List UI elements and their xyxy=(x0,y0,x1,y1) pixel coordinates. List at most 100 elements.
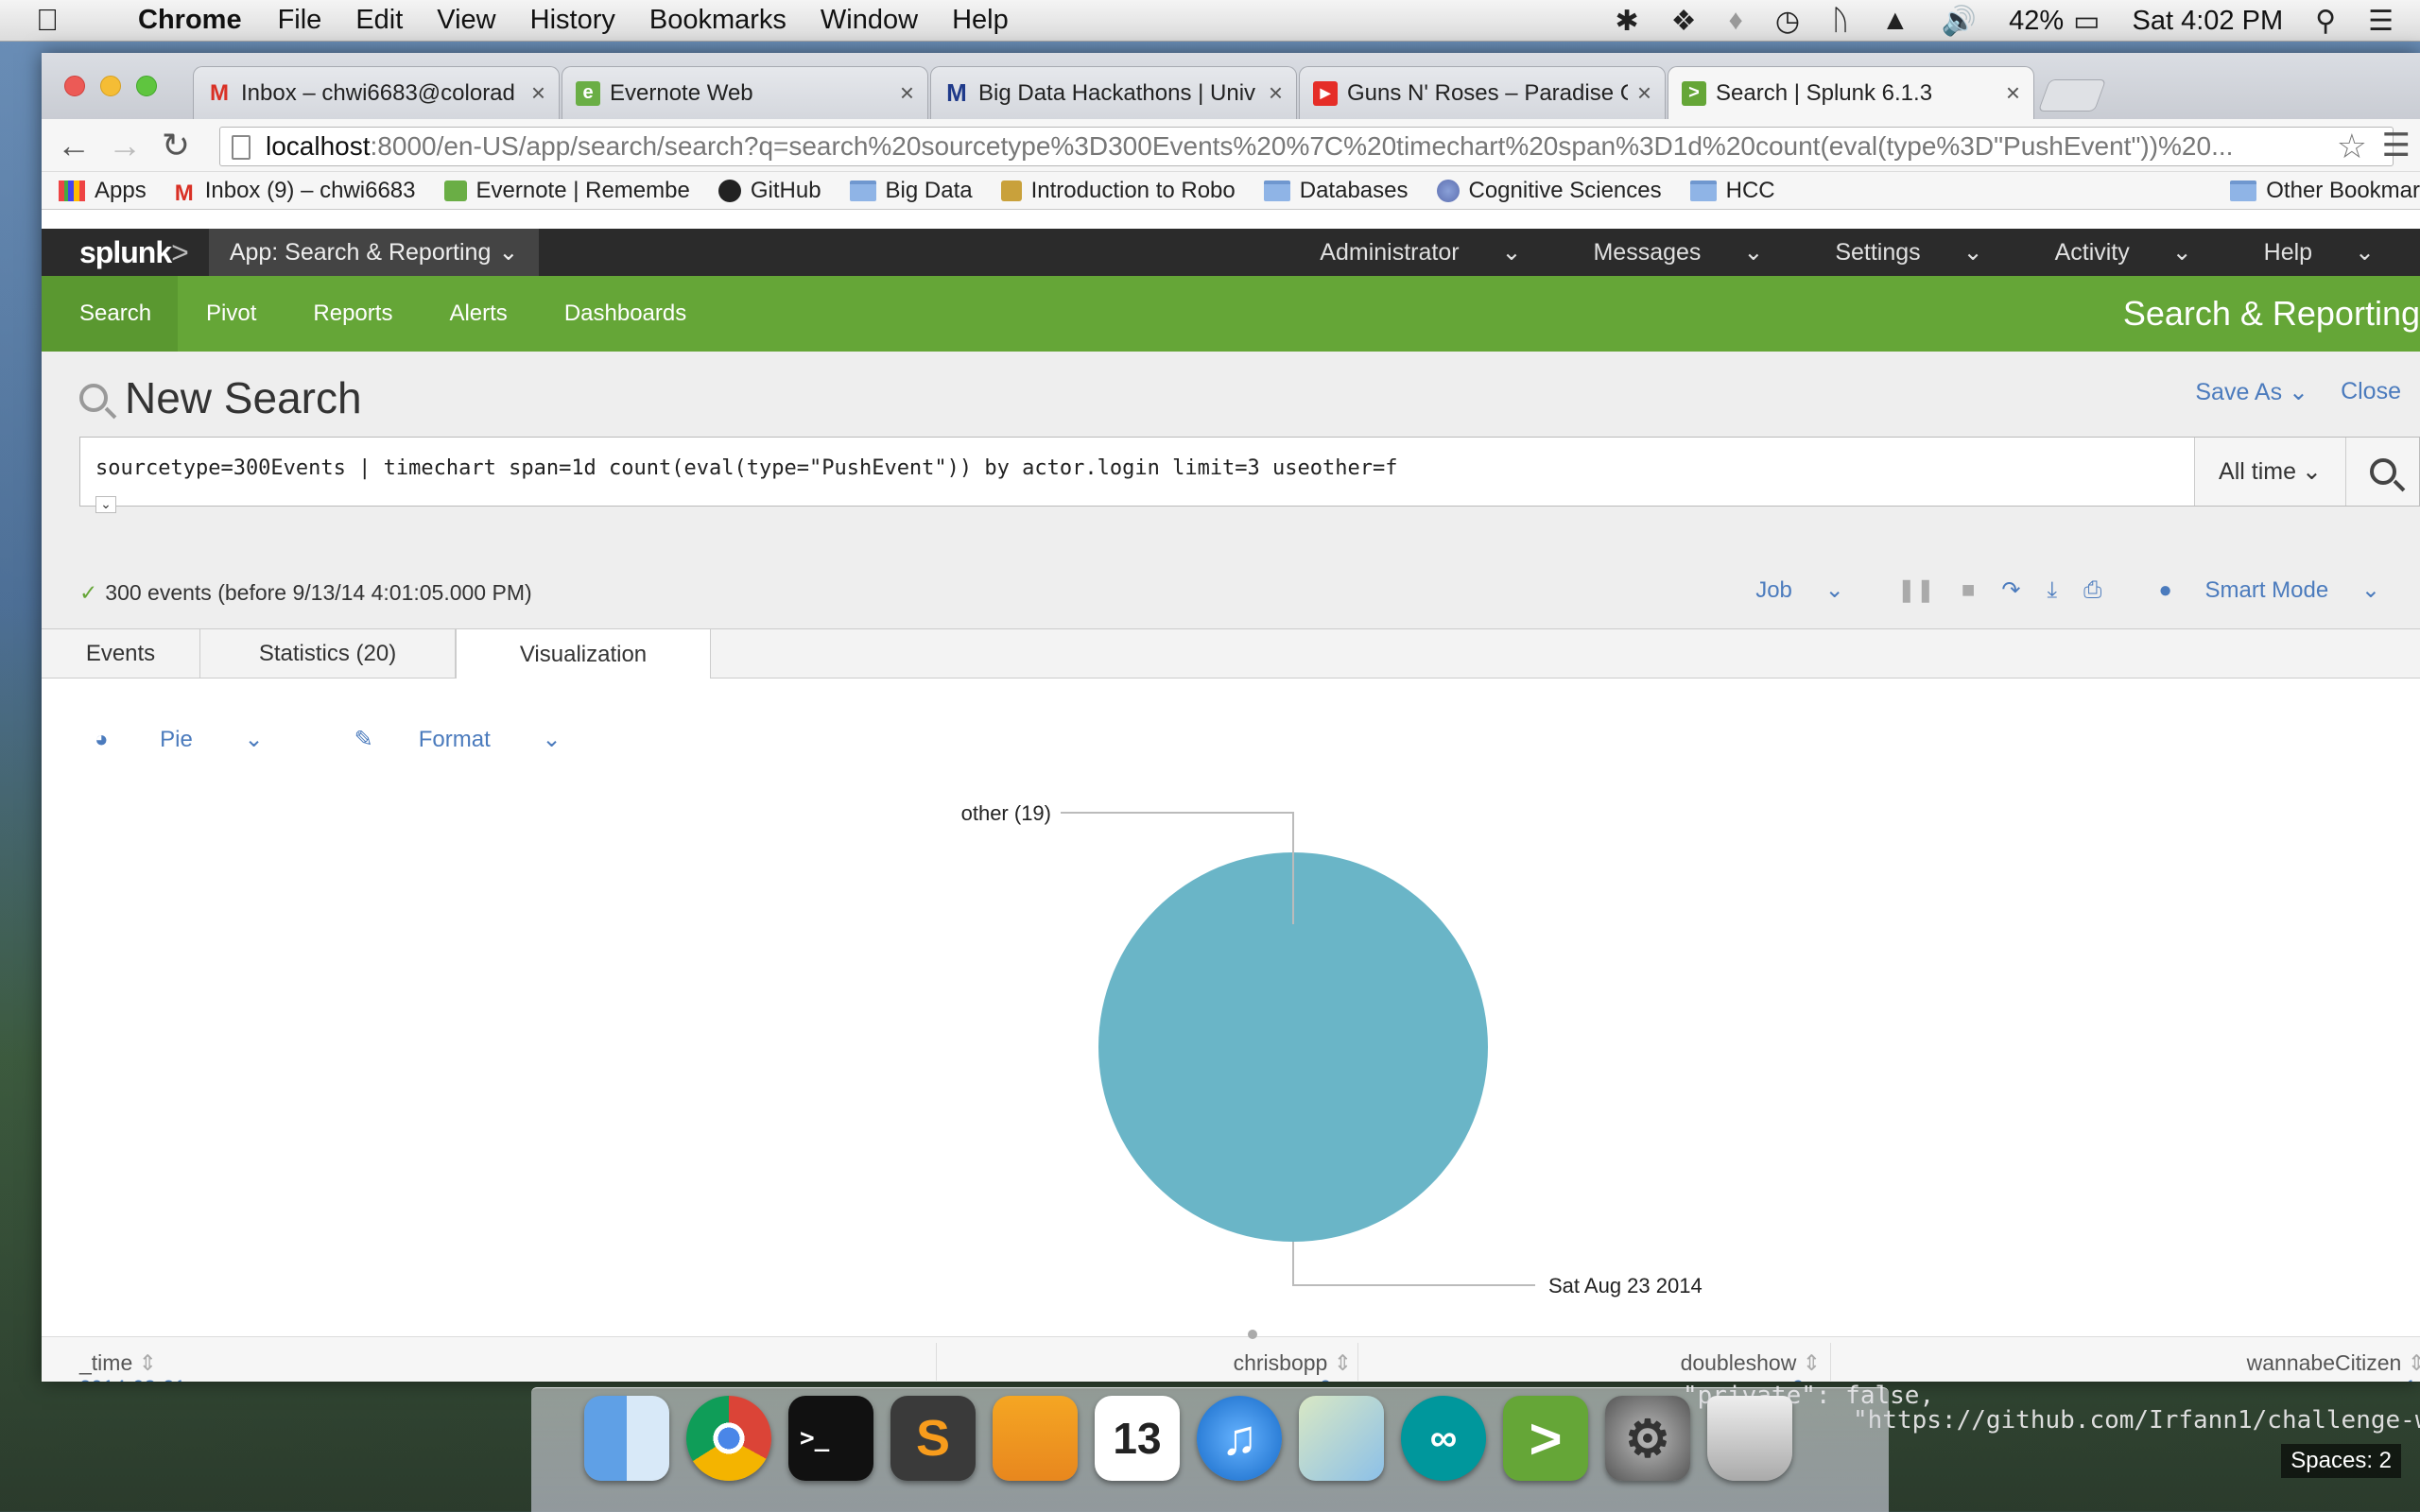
col-doubleshow[interactable]: doubleshow ⇕ xyxy=(1681,1350,1821,1376)
window-zoom-button[interactable] xyxy=(136,76,157,96)
tab-visualization[interactable]: Visualization xyxy=(456,629,711,679)
system-preferences-icon[interactable]: ⚙ xyxy=(1605,1396,1690,1481)
print-icon[interactable]: ⎙ xyxy=(2083,577,2101,604)
resize-handle[interactable] xyxy=(1248,1330,1257,1339)
nav-search[interactable]: Search xyxy=(42,276,179,352)
window-minimize-button[interactable] xyxy=(100,76,121,96)
tab-events[interactable]: Events xyxy=(42,629,200,679)
bookmark-intro-robotics[interactable]: Introduction to Robo xyxy=(1000,178,1236,204)
search-query-input[interactable]: sourcetype=300Events | timechart span=1d… xyxy=(95,456,1398,480)
bookmark-star-icon[interactable]: ☆ xyxy=(2337,127,2367,166)
dropbox-icon[interactable]: ❖ xyxy=(1671,5,1697,38)
bookmark-inbox[interactable]: M Inbox (9) – chwi6683 xyxy=(175,178,416,206)
menu-file[interactable]: File xyxy=(278,5,322,36)
bookmark-folder-big-data[interactable]: Big Data xyxy=(849,178,973,204)
bookmark-apps[interactable]: Apps xyxy=(59,178,147,204)
time-machine-icon[interactable]: ◷ xyxy=(1775,5,1800,38)
apple-icon[interactable]:  xyxy=(36,3,78,38)
bookmark-other[interactable]: Other Bookmar xyxy=(2230,178,2420,204)
menubar-clock[interactable]: Sat 4:02 PM xyxy=(2133,6,2284,37)
volume-icon[interactable]: 🔊 xyxy=(1942,5,1977,38)
menu-activity[interactable]: Activity ⌄ xyxy=(2055,238,2228,266)
menu-window[interactable]: Window xyxy=(821,5,918,36)
close-button[interactable]: Close xyxy=(2341,378,2401,405)
col-wannabecitizen[interactable]: wannabeCitizen ⇕ xyxy=(2247,1350,2420,1376)
menu-history[interactable]: History xyxy=(530,5,615,36)
back-arrow-icon[interactable]: ← xyxy=(55,126,93,164)
asterisk-status-icon[interactable]: ✱ xyxy=(1616,5,1639,38)
tab-close-icon[interactable]: × xyxy=(900,78,914,108)
bookmark-github[interactable]: GitHub xyxy=(717,178,821,204)
cell-time[interactable]: 2014-08-21 xyxy=(79,1376,186,1382)
finder-icon[interactable] xyxy=(584,1396,669,1481)
chrome-menu-icon[interactable]: ☰ xyxy=(2382,127,2411,164)
expand-search-chevron-icon[interactable]: ⌄ xyxy=(95,496,116,513)
menu-settings[interactable]: Settings ⌄ xyxy=(1835,238,2018,266)
save-as-button[interactable]: Save As ⌄ xyxy=(2195,378,2308,406)
share-icon[interactable]: ↷ xyxy=(2001,576,2020,604)
job-menu[interactable]: Job ⌄ xyxy=(1755,576,1870,604)
time-range-picker[interactable]: All time ⌄ xyxy=(2194,438,2345,506)
bookmark-evernote[interactable]: Evernote | Remembe xyxy=(443,178,690,204)
tab-splunk-active[interactable]: > Search | Splunk 6.1.3 × xyxy=(1668,66,2034,119)
terminal-icon[interactable]: >_ xyxy=(788,1396,873,1481)
nav-dashboards[interactable]: Dashboards xyxy=(536,276,715,352)
chrome-icon[interactable] xyxy=(686,1396,771,1481)
menu-messages[interactable]: Messages ⌄ xyxy=(1593,238,1799,266)
col-chrisbopp[interactable]: chrisbopp ⇕ xyxy=(1234,1350,1352,1376)
bookmark-folder-hcc[interactable]: HCC xyxy=(1689,178,1775,204)
pages-icon[interactable] xyxy=(993,1396,1078,1481)
tab-gmail[interactable]: M Inbox – chwi6683@colorad × xyxy=(193,66,560,119)
menu-bookmarks[interactable]: Bookmarks xyxy=(649,5,786,36)
menu-view[interactable]: View xyxy=(437,5,495,36)
col-time[interactable]: _time ⇕ xyxy=(79,1350,157,1376)
nav-reports[interactable]: Reports xyxy=(285,276,421,352)
menu-edit[interactable]: Edit xyxy=(355,5,403,36)
menu-app-chrome[interactable]: Chrome xyxy=(138,5,242,36)
new-tab-button[interactable] xyxy=(2037,79,2107,112)
nav-alerts[interactable]: Alerts xyxy=(421,276,535,352)
pause-icon[interactable]: ❚❚ xyxy=(1897,576,1935,604)
calendar-icon[interactable]: 13 xyxy=(1095,1396,1180,1481)
arduino-icon[interactable]: ∞ xyxy=(1401,1396,1486,1481)
menu-administrator[interactable]: Administrator ⌄ xyxy=(1320,238,1557,266)
tab-close-icon[interactable]: × xyxy=(1637,78,1651,108)
maps-icon[interactable] xyxy=(1299,1396,1384,1481)
tab-close-icon[interactable]: × xyxy=(2006,78,2020,108)
tab-statistics[interactable]: Statistics (20) xyxy=(200,629,456,679)
trash-icon[interactable] xyxy=(1707,1396,1792,1481)
format-menu[interactable]: ✎ Format ⌄ xyxy=(354,726,607,753)
chart-type-menu[interactable]: ◕ Pie ⌄ xyxy=(95,726,309,753)
stop-icon[interactable]: ■ xyxy=(1962,577,1976,604)
wifi-icon[interactable]: ▲ xyxy=(1881,5,1910,37)
tab-close-icon[interactable]: × xyxy=(531,78,545,108)
menu-help[interactable]: Help xyxy=(952,5,1009,36)
notification-bell-icon[interactable]: ♦ xyxy=(1729,5,1743,37)
tab-close-icon[interactable]: × xyxy=(1269,78,1283,108)
sublime-text-icon[interactable]: S xyxy=(890,1396,976,1481)
bookmark-folder-databases[interactable]: Databases xyxy=(1263,178,1409,204)
spotlight-search-icon[interactable]: ⚲ xyxy=(2315,5,2336,38)
cell-chrisbopp[interactable]: 0 xyxy=(1320,1376,1331,1382)
bookmark-cognitive-sciences[interactable]: Cognitive Sciences xyxy=(1436,178,1662,204)
splunk-logo[interactable]: splunk> xyxy=(79,235,189,270)
menu-help-splunk[interactable]: Help ⌄ xyxy=(2264,238,2411,266)
tab-evernote[interactable]: e Evernote Web × xyxy=(562,66,928,119)
bluetooth-icon[interactable]: ᚢ xyxy=(1832,5,1849,37)
battery-percent[interactable]: 42% xyxy=(2009,6,2064,37)
battery-icon[interactable]: ▭ xyxy=(2073,5,2100,38)
itunes-icon[interactable]: ♫ xyxy=(1197,1396,1282,1481)
export-icon[interactable]: ⤓ xyxy=(2048,577,2058,604)
splunk-dock-icon[interactable]: > xyxy=(1503,1396,1588,1481)
app-selector[interactable]: App: Search & Reporting ⌄ xyxy=(208,229,540,276)
smart-mode-menu[interactable]: ● Smart Mode ⌄ xyxy=(2158,576,2407,604)
notification-center-icon[interactable]: ☰ xyxy=(2368,5,2394,38)
forward-arrow-icon[interactable]: → xyxy=(106,126,144,164)
nav-pivot[interactable]: Pivot xyxy=(178,276,285,352)
window-close-button[interactable] xyxy=(64,76,85,96)
search-submit-button[interactable] xyxy=(2345,438,2419,506)
tab-big-data-hackathons[interactable]: M Big Data Hackathons | Univ × xyxy=(930,66,1297,119)
tab-youtube[interactable]: ▶ Guns N' Roses – Paradise C × xyxy=(1299,66,1666,119)
address-bar[interactable]: localhost:8000/en-US/app/search/search?q… xyxy=(219,127,2394,166)
reload-icon[interactable]: ↻ xyxy=(157,126,195,164)
